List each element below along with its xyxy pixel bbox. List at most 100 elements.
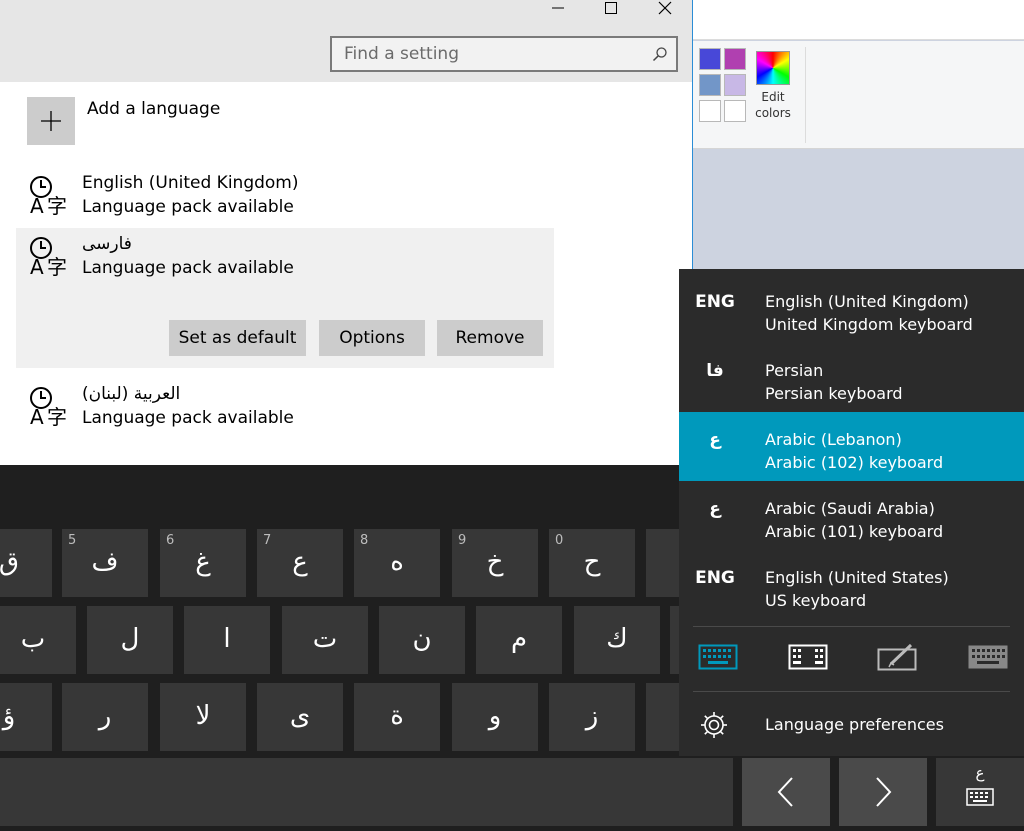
key[interactable]: ى [257, 683, 343, 751]
settings-header [0, 0, 692, 82]
key[interactable]: و [452, 683, 538, 751]
add-language-button[interactable]: Add a language [27, 97, 327, 145]
language-preferences-label: Language preferences [765, 715, 944, 734]
keyboard-name: United Kingdom keyboard [765, 315, 973, 334]
language-abbr: ع [709, 499, 721, 519]
keyboard-standard-icon [698, 644, 738, 670]
options-button[interactable]: Options [319, 320, 425, 356]
flyout-item-english-uk[interactable]: ENG English (United Kingdom) United King… [679, 274, 1024, 343]
paint-title-bar [693, 0, 1024, 40]
flyout-item-arabic-lebanon[interactable]: ع Arabic (Lebanon) Arabic (102) keyboard [679, 412, 1024, 481]
language-item-persian[interactable]: A 字 فارسی Language pack available Set as… [16, 228, 554, 368]
maximize-button[interactable] [588, 0, 634, 16]
color-swatch[interactable] [699, 48, 721, 70]
color-swatch[interactable] [724, 48, 746, 70]
space-key[interactable] [0, 758, 733, 826]
cursor-right-key[interactable] [839, 758, 927, 826]
language-name: English (United States) [765, 568, 949, 587]
flyout-item-english-us[interactable]: ENG English (United States) US keyboard [679, 550, 1024, 619]
key[interactable]: ز [549, 683, 635, 751]
minimize-button[interactable] [535, 0, 581, 16]
language-name: العربية (لبنان) [82, 384, 181, 404]
close-icon [658, 1, 672, 15]
svg-text:字: 字 [47, 255, 67, 276]
keyboard-icon [966, 788, 994, 806]
key[interactable]: 0ح [549, 529, 635, 597]
paint-ribbon: Edit colors [693, 41, 1024, 149]
gear-icon [701, 712, 727, 738]
language-abbr: ENG [695, 292, 735, 312]
key[interactable]: ت [282, 606, 368, 674]
language-item-english-uk[interactable]: A 字 English (United Kingdom) Language pa… [16, 167, 554, 225]
color-swatch[interactable] [724, 100, 746, 122]
key[interactable]: ؤ [0, 683, 52, 751]
remove-button[interactable]: Remove [437, 320, 543, 356]
language-pack-icon: A 字 [30, 237, 67, 276]
key[interactable]: ق [0, 529, 52, 597]
key[interactable]: 6غ [160, 529, 246, 597]
color-swatch[interactable] [699, 74, 721, 96]
language-switch-key[interactable]: ع [936, 758, 1024, 826]
svg-text:A: A [30, 255, 44, 276]
language-name: Arabic (Saudi Arabia) [765, 499, 935, 518]
search-icon[interactable] [652, 46, 668, 62]
language-preferences-link[interactable]: Language preferences [679, 702, 1024, 748]
key[interactable]: ل [87, 606, 173, 674]
key[interactable]: ر [62, 683, 148, 751]
key[interactable]: ة [354, 683, 440, 751]
svg-text:A: A [30, 405, 44, 426]
search-box [330, 36, 678, 72]
search-input[interactable] [344, 42, 644, 66]
cursor-left-key[interactable] [742, 758, 830, 826]
plus-icon [41, 111, 61, 131]
keyboard-name: US keyboard [765, 591, 867, 610]
flyout-item-arabic-saudi[interactable]: ع Arabic (Saudi Arabia) Arabic (101) key… [679, 481, 1024, 550]
key[interactable]: ب [0, 606, 76, 674]
keyboard-mode-split[interactable] [786, 640, 830, 674]
key[interactable]: 7ع [257, 529, 343, 597]
language-name: Arabic (Lebanon) [765, 430, 902, 449]
language-abbr: ENG [695, 568, 735, 588]
key[interactable]: ك [574, 606, 660, 674]
language-status: Language pack available [82, 258, 294, 278]
close-button[interactable] [642, 0, 688, 16]
key[interactable]: لا [160, 683, 246, 751]
language-name: English (United Kingdom) [82, 173, 299, 193]
keyboard-mode-full[interactable] [966, 640, 1010, 674]
minimize-icon [552, 7, 564, 9]
keyboard-name: Arabic (102) keyboard [765, 453, 944, 472]
color-swatch[interactable] [699, 100, 721, 122]
keyboard-split-icon [788, 644, 828, 670]
flyout-separator [693, 626, 1010, 627]
flyout-item-persian[interactable]: فا Persian Persian keyboard [679, 343, 1024, 412]
key[interactable] [646, 683, 679, 751]
key[interactable] [670, 606, 679, 674]
language-abbr: ع [709, 430, 721, 450]
language-switch-label: ع [975, 764, 985, 782]
key[interactable]: 9خ [452, 529, 538, 597]
key[interactable]: ا [184, 606, 270, 674]
keyboard-mode-standard[interactable] [696, 640, 740, 674]
keyboard-mode-handwriting[interactable] [876, 640, 920, 674]
key[interactable]: 5ف [62, 529, 148, 597]
color-spectrum-icon [756, 51, 790, 85]
language-item-arabic-lebanon[interactable]: A 字 العربية (لبنان) Language pack availa… [16, 378, 554, 436]
language-pack-icon: A 字 [30, 176, 67, 215]
language-name: English (United Kingdom) [765, 292, 969, 311]
color-swatch[interactable] [724, 74, 746, 96]
add-language-label: Add a language [87, 99, 221, 119]
key[interactable]: 8ه [354, 529, 440, 597]
add-tile [27, 97, 75, 145]
flyout-separator [693, 691, 1010, 692]
set-as-default-button[interactable]: Set as default [169, 320, 306, 356]
language-name: Persian [765, 361, 824, 380]
language-flyout: ENG English (United Kingdom) United King… [679, 269, 1024, 756]
ribbon-divider [805, 47, 806, 143]
edit-colors-label: Edit colors [755, 90, 791, 120]
language-abbr: فا [706, 361, 724, 381]
key[interactable]: م [476, 606, 562, 674]
edit-colors-button[interactable]: Edit colors [751, 48, 795, 120]
key[interactable] [646, 529, 679, 597]
language-name: فارسی [82, 234, 132, 254]
key[interactable]: ن [379, 606, 465, 674]
